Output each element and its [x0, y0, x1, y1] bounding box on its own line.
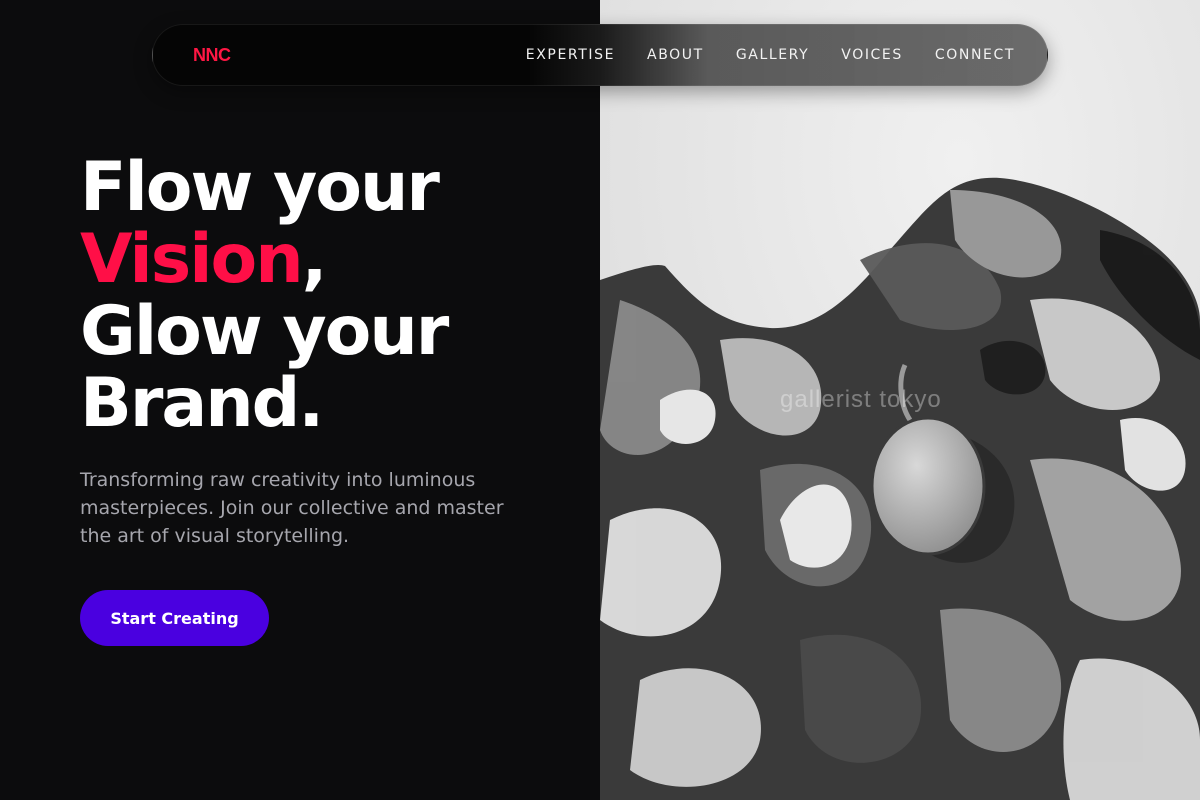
hero-subtext: Transforming raw creativity into luminou…	[80, 469, 504, 547]
headline-line-2: Vision,	[80, 224, 447, 296]
nav-link-about[interactable]: ABOUT	[647, 47, 704, 63]
start-creating-button[interactable]: Start Creating	[80, 590, 269, 646]
brand-logo[interactable]: NNC	[193, 45, 231, 66]
nav-links: EXPERTISE ABOUT GALLERY VOICES CONNECT	[526, 47, 1015, 63]
headline-line-3: Glow your	[80, 292, 449, 371]
nav-link-gallery[interactable]: GALLERY	[736, 47, 809, 63]
headline-line-1: Flow your	[80, 148, 440, 227]
nav-link-voices[interactable]: VOICES	[841, 47, 903, 63]
image-watermark: gallerist tokyo	[780, 386, 942, 413]
headline-accent-word: Vision	[80, 220, 304, 299]
top-navigation-bar: NNC EXPERTISE ABOUT GALLERY VOICES CONNE…	[152, 24, 1048, 86]
hero-palette-image: gallerist tokyo	[600, 0, 1200, 800]
headline-comma: ,	[301, 220, 328, 299]
hero-headline: Flow your Vision, Glow your Brand.	[80, 148, 449, 443]
nav-link-connect[interactable]: CONNECT	[935, 47, 1015, 63]
nav-link-expertise[interactable]: EXPERTISE	[526, 47, 615, 63]
headline-line-4: Brand.	[80, 364, 324, 443]
